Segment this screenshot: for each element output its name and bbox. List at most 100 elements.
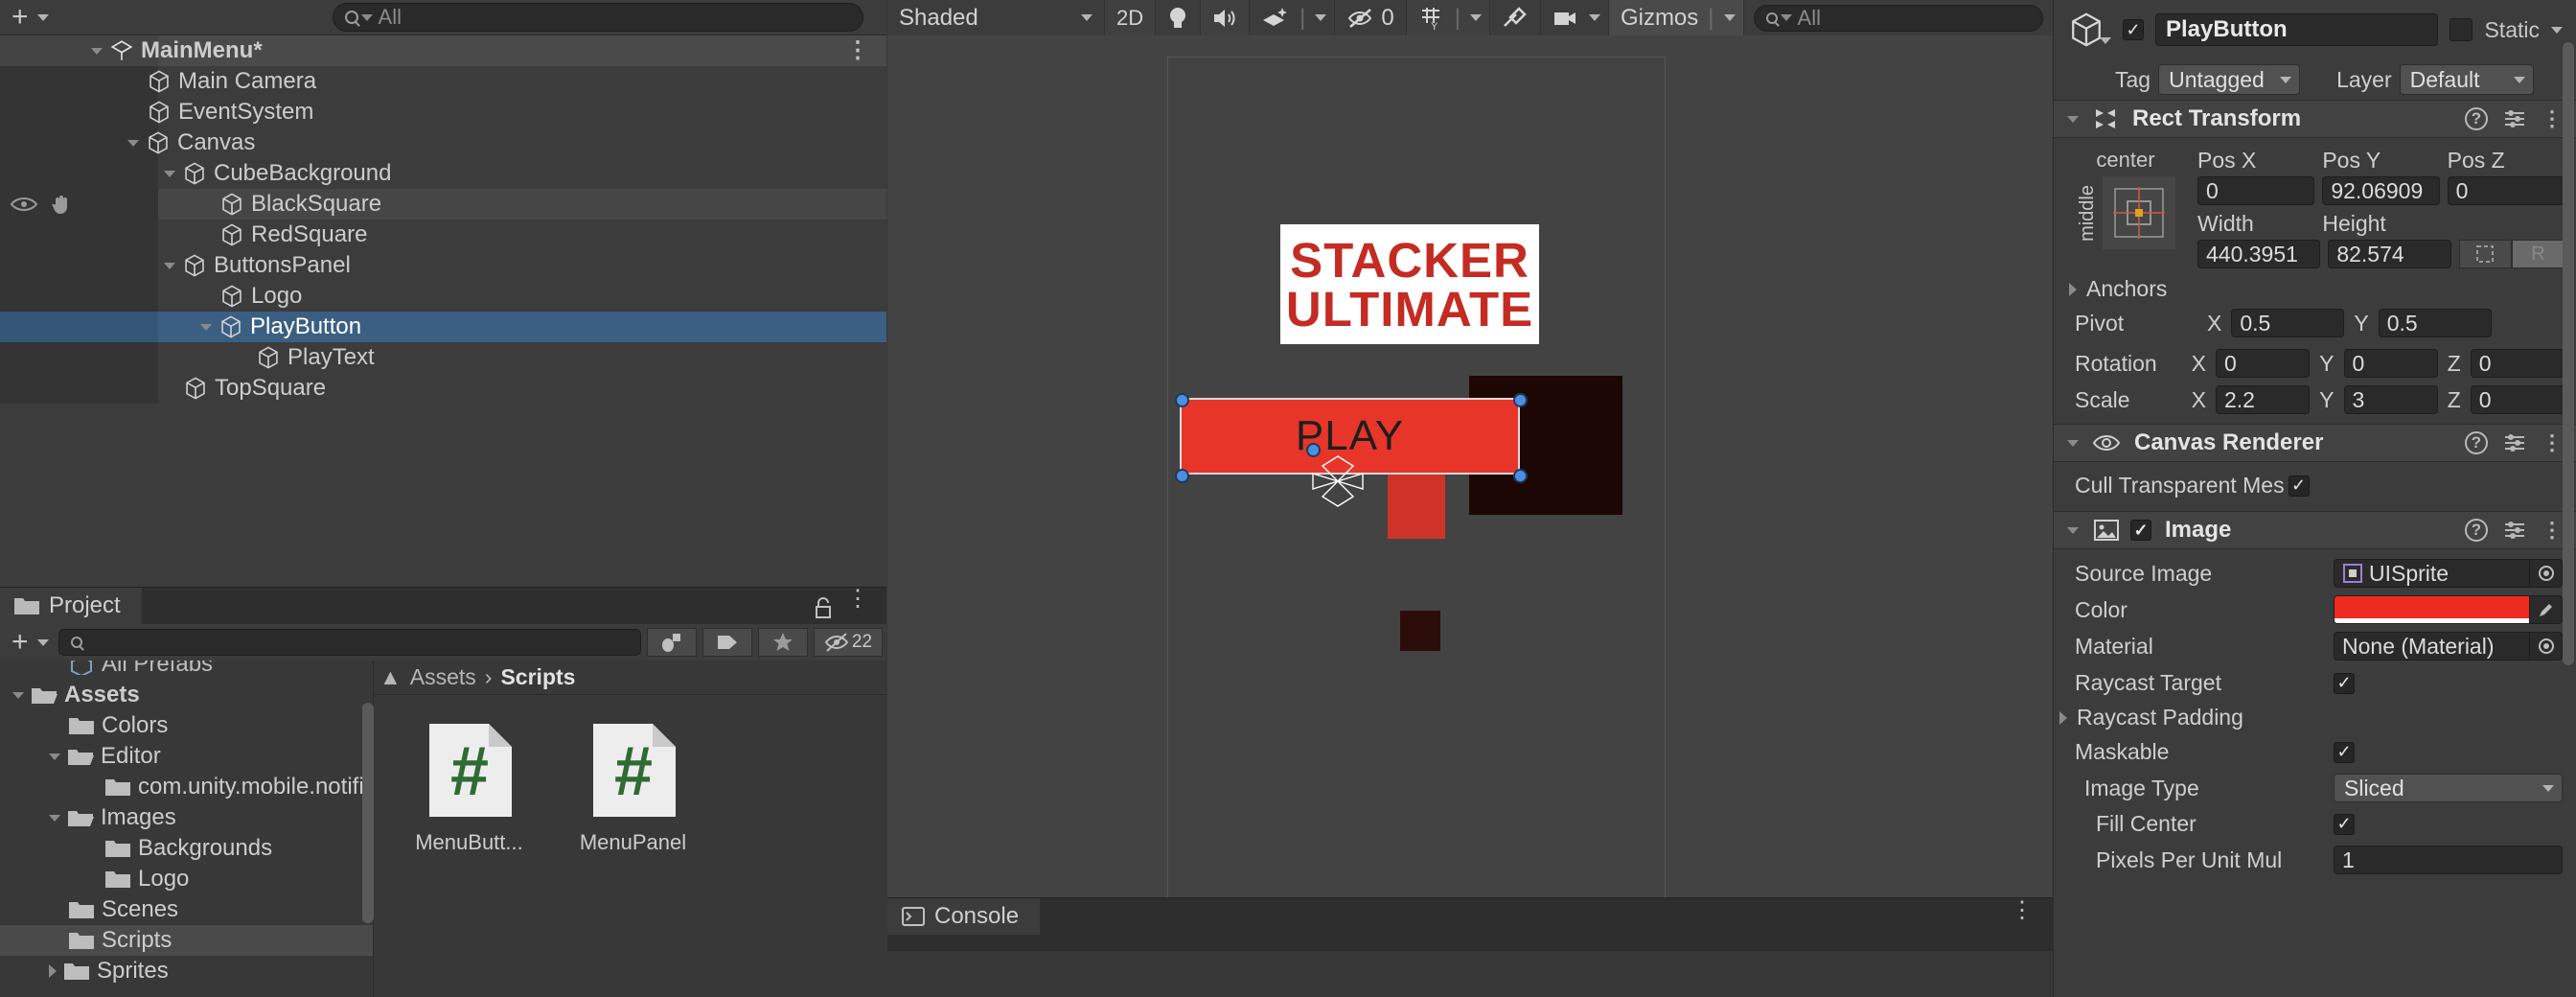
pos-x-field[interactable]: 0	[2197, 176, 2315, 205]
hierarchy-item-playbutton[interactable]: PlayButton	[0, 312, 886, 342]
help-icon[interactable]: ?	[2465, 431, 2488, 454]
hidden-assets-count[interactable]: 22	[814, 628, 883, 657]
collapse-chevron-icon[interactable]	[127, 139, 139, 147]
component-menu-kebab-icon[interactable]: ⋮	[2542, 518, 2563, 543]
toggle-audio-button[interactable]	[1201, 0, 1251, 35]
rotation-z-field[interactable]: 0	[2470, 349, 2565, 378]
hierarchy-item-maincamera[interactable]: Main Camera	[0, 66, 886, 97]
anchor-preset-button[interactable]	[2102, 176, 2175, 249]
lock-icon[interactable]	[813, 596, 834, 619]
collapse-chevron-icon[interactable]	[2067, 439, 2079, 447]
eyedropper-icon[interactable]	[2529, 596, 2562, 623]
chevron-down-icon[interactable]	[1315, 14, 1327, 21]
pivot-x-field[interactable]: 0.5	[2231, 309, 2345, 337]
maskable-checkbox[interactable]: ✓	[2334, 741, 2355, 763]
raycast-padding-foldout[interactable]: Raycast Padding	[2059, 705, 2563, 730]
hierarchy-add-button[interactable]: +	[8, 3, 49, 32]
filter-by-type-button[interactable]	[647, 628, 697, 657]
hierarchy-item-playtext[interactable]: PlayText	[0, 342, 886, 373]
chevron-down-icon[interactable]	[1469, 14, 1482, 21]
hierarchy-item-eventsystem[interactable]: EventSystem	[0, 97, 886, 128]
scene-viewport[interactable]: STACKER ULTIMATE PLAY	[887, 35, 2053, 897]
image-type-dropdown[interactable]: Sliced	[2334, 774, 2563, 802]
inspector-scrollbar[interactable]	[2563, 42, 2574, 665]
pixels-per-unit-field[interactable]: 1	[2334, 846, 2563, 874]
preset-icon[interactable]	[2503, 432, 2526, 453]
chevron-down-icon[interactable]	[1588, 14, 1600, 21]
collapse-chevron-icon[interactable]	[2067, 115, 2079, 123]
project-folder-sprites[interactable]: Sprites	[0, 956, 373, 986]
asset-item[interactable]: # MenuButt...	[404, 720, 534, 855]
tab-console[interactable]: Console	[887, 898, 1041, 935]
width-field[interactable]: 440.3951	[2197, 240, 2321, 268]
collapse-chevron-icon[interactable]	[164, 262, 175, 269]
tab-project[interactable]: Project	[0, 588, 142, 624]
project-folder-scenes[interactable]: Scenes	[0, 894, 373, 925]
gameobject-enabled-checkbox[interactable]: ✓	[2123, 19, 2144, 40]
rotation-x-field[interactable]: 0	[2215, 349, 2311, 378]
raycast-target-checkbox[interactable]: ✓	[2334, 672, 2355, 694]
grid-visibility-button[interactable]: Y |	[1406, 0, 1490, 35]
project-folder-logo[interactable]: Logo	[0, 864, 373, 894]
anchors-foldout[interactable]: Anchors	[2054, 268, 2576, 302]
material-picker-icon[interactable]	[2529, 633, 2562, 660]
pivot-handle[interactable]	[1306, 443, 1321, 457]
material-field[interactable]: None (Material)	[2334, 632, 2563, 661]
object-name-field[interactable]: PlayButton	[2155, 13, 2439, 46]
top-square-object[interactable]	[1400, 611, 1440, 651]
scene-tools-button[interactable]	[1490, 0, 1541, 35]
blueprint-mode-button[interactable]	[2458, 240, 2512, 268]
canvas-renderer-header[interactable]: Canvas Renderer ? ⋮	[2054, 424, 2576, 462]
color-swatch[interactable]	[2334, 596, 2529, 623]
collapse-chevron-icon[interactable]	[200, 323, 212, 331]
project-folder-colors[interactable]: Colors	[0, 710, 373, 741]
cull-transparent-checkbox[interactable]: ✓	[2288, 475, 2310, 497]
gizmos-dropdown[interactable]: Gizmos |	[1608, 0, 1744, 35]
help-icon[interactable]: ?	[2465, 107, 2488, 130]
pos-z-field[interactable]: 0	[2447, 176, 2564, 205]
resize-handle-top-left[interactable]	[1175, 393, 1189, 407]
project-tree-scrollbar[interactable]	[362, 703, 374, 923]
resize-handle-bottom-left[interactable]	[1175, 469, 1189, 483]
project-folder-images[interactable]: Images	[0, 802, 373, 833]
pickability-hand-icon[interactable]	[50, 194, 75, 215]
breadcrumb-root[interactable]: Assets	[410, 664, 476, 690]
resize-handle-top-right[interactable]	[1513, 393, 1528, 407]
hierarchy-item-blacksquare[interactable]: BlackSquare	[0, 189, 886, 220]
hierarchy-item-canvas[interactable]: Canvas	[0, 128, 886, 158]
collapse-chevron-icon[interactable]	[164, 170, 175, 177]
favorites-button[interactable]	[758, 628, 808, 657]
toggle-2d-button[interactable]: 2D	[1104, 0, 1157, 35]
project-folder-editor[interactable]: Editor	[0, 741, 373, 772]
project-menu-kebab-icon[interactable]: ⋮	[846, 588, 869, 611]
console-menu-kebab-icon[interactable]: ⋮	[2011, 899, 2034, 922]
breadcrumb-up-icon[interactable]: ▲	[380, 664, 402, 690]
scene-menu-kebab-icon[interactable]: ⋮	[846, 39, 869, 62]
hidden-objects-button[interactable]: 0	[1335, 0, 1407, 35]
component-menu-kebab-icon[interactable]: ⋮	[2542, 106, 2563, 131]
visibility-eye-icon[interactable]	[10, 196, 38, 213]
prefab-chevron-down-icon[interactable]	[2100, 36, 2111, 44]
rect-transform-header[interactable]: Rect Transform ? ⋮	[2054, 100, 2576, 138]
collapse-chevron-icon[interactable]	[91, 47, 103, 55]
toggle-lighting-button[interactable]	[1156, 0, 1202, 35]
hierarchy-item-logo[interactable]: Logo	[0, 281, 886, 312]
asset-item[interactable]: # MenuPanel	[568, 720, 698, 855]
filter-by-label-button[interactable]	[702, 628, 752, 657]
tag-dropdown[interactable]: Untagged	[2158, 64, 2301, 95]
image-enabled-checkbox[interactable]: ✓	[2130, 520, 2151, 541]
draw-mode-dropdown[interactable]: Shaded	[887, 0, 1105, 35]
project-folder-comunitymobilenotifi[interactable]: com.unity.mobile.notifi	[0, 772, 373, 802]
raw-edit-button[interactable]: R	[2511, 240, 2564, 268]
collapse-chevron-icon[interactable]	[49, 753, 60, 760]
collapse-chevron-icon[interactable]	[2067, 526, 2079, 534]
toggle-effects-button[interactable]: |	[1250, 0, 1336, 35]
static-checkbox[interactable]	[2450, 18, 2473, 41]
fill-center-checkbox[interactable]: ✓	[2334, 813, 2355, 835]
preset-icon[interactable]	[2503, 520, 2526, 541]
scale-y-field[interactable]: 3	[2343, 385, 2438, 414]
component-menu-kebab-icon[interactable]: ⋮	[2542, 430, 2563, 455]
source-image-picker-icon[interactable]	[2529, 560, 2562, 587]
logo-image[interactable]: STACKER ULTIMATE	[1280, 224, 1539, 344]
project-folder-allprefabs[interactable]: All Prefabs	[0, 661, 373, 680]
